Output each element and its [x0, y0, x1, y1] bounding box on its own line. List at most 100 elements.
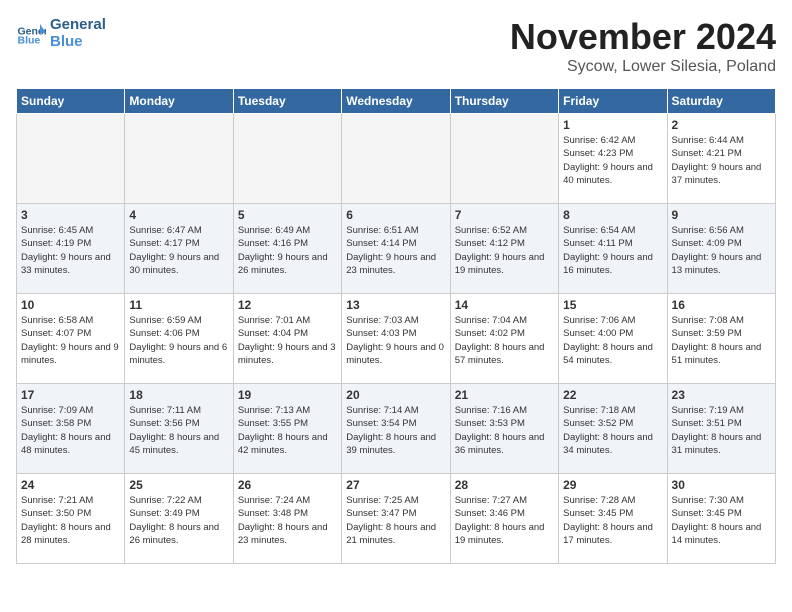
calendar-day-cell: 13 Sunrise: 7:03 AM Sunset: 4:03 PM Dayli… [342, 294, 450, 384]
weekday-header: Monday [125, 89, 233, 114]
day-number: 8 [563, 208, 662, 222]
calendar: SundayMondayTuesdayWednesdayThursdayFrid… [16, 88, 776, 564]
day-info: Sunrise: 7:22 AM Sunset: 3:49 PM Dayligh… [129, 494, 228, 547]
day-number: 7 [455, 208, 554, 222]
calendar-day-cell: 14 Sunrise: 7:04 AM Sunset: 4:02 PM Dayli… [450, 294, 558, 384]
calendar-day-cell: 12 Sunrise: 7:01 AM Sunset: 4:04 PM Dayli… [233, 294, 341, 384]
day-number: 2 [672, 118, 771, 132]
title-block: November 2024 Sycow, Lower Silesia, Pola… [510, 16, 776, 76]
calendar-day-cell: 27 Sunrise: 7:25 AM Sunset: 3:47 PM Dayli… [342, 474, 450, 564]
day-info: Sunrise: 6:56 AM Sunset: 4:09 PM Dayligh… [672, 224, 771, 277]
logo-general: General [50, 16, 106, 33]
day-number: 17 [21, 388, 120, 402]
day-number: 28 [455, 478, 554, 492]
day-number: 12 [238, 298, 337, 312]
calendar-week-row: 24 Sunrise: 7:21 AM Sunset: 3:50 PM Dayli… [17, 474, 776, 564]
calendar-day-cell: 17 Sunrise: 7:09 AM Sunset: 3:58 PM Dayli… [17, 384, 125, 474]
day-number: 20 [346, 388, 445, 402]
day-info: Sunrise: 7:21 AM Sunset: 3:50 PM Dayligh… [21, 494, 120, 547]
day-number: 13 [346, 298, 445, 312]
day-info: Sunrise: 6:59 AM Sunset: 4:06 PM Dayligh… [129, 314, 228, 367]
month-title: November 2024 [510, 16, 776, 58]
calendar-day-cell: 11Sunrise: 6:59 AM Sunset: 4:06 PM Dayli… [125, 294, 233, 384]
weekday-header: Friday [559, 89, 667, 114]
day-number: 14 [455, 298, 554, 312]
day-info: Sunrise: 7:18 AM Sunset: 3:52 PM Dayligh… [563, 404, 662, 457]
day-info: Sunrise: 7:04 AM Sunset: 4:02 PM Dayligh… [455, 314, 554, 367]
weekday-header: Thursday [450, 89, 558, 114]
weekday-header: Tuesday [233, 89, 341, 114]
calendar-day-cell: 1 Sunrise: 6:42 AM Sunset: 4:23 PM Daylig… [559, 114, 667, 204]
calendar-day-cell [233, 114, 341, 204]
day-number: 6 [346, 208, 445, 222]
calendar-day-cell: 20 Sunrise: 7:14 AM Sunset: 3:54 PM Dayli… [342, 384, 450, 474]
calendar-day-cell [125, 114, 233, 204]
calendar-day-cell: 18Sunrise: 7:11 AM Sunset: 3:56 PM Dayli… [125, 384, 233, 474]
day-number: 18 [129, 388, 228, 402]
day-info: Sunrise: 6:45 AM Sunset: 4:19 PM Dayligh… [21, 224, 120, 277]
calendar-day-cell: 10 Sunrise: 6:58 AM Sunset: 4:07 PM Dayli… [17, 294, 125, 384]
calendar-week-row: 17 Sunrise: 7:09 AM Sunset: 3:58 PM Dayli… [17, 384, 776, 474]
day-number: 4 [129, 208, 228, 222]
day-info: Sunrise: 7:06 AM Sunset: 4:00 PM Dayligh… [563, 314, 662, 367]
calendar-day-cell: 3 Sunrise: 6:45 AM Sunset: 4:19 PM Daylig… [17, 204, 125, 294]
day-number: 3 [21, 208, 120, 222]
day-info: Sunrise: 7:25 AM Sunset: 3:47 PM Dayligh… [346, 494, 445, 547]
calendar-day-cell: 6 Sunrise: 6:51 AM Sunset: 4:14 PM Daylig… [342, 204, 450, 294]
calendar-week-row: 1 Sunrise: 6:42 AM Sunset: 4:23 PM Daylig… [17, 114, 776, 204]
svg-text:Blue: Blue [18, 35, 41, 47]
day-info: Sunrise: 7:01 AM Sunset: 4:04 PM Dayligh… [238, 314, 337, 367]
weekday-header: Saturday [667, 89, 775, 114]
day-info: Sunrise: 7:08 AM Sunset: 3:59 PM Dayligh… [672, 314, 771, 367]
day-number: 21 [455, 388, 554, 402]
calendar-day-cell: 15 Sunrise: 7:06 AM Sunset: 4:00 PM Dayli… [559, 294, 667, 384]
day-info: Sunrise: 6:54 AM Sunset: 4:11 PM Dayligh… [563, 224, 662, 277]
calendar-day-cell: 25Sunrise: 7:22 AM Sunset: 3:49 PM Dayli… [125, 474, 233, 564]
calendar-day-cell: 24 Sunrise: 7:21 AM Sunset: 3:50 PM Dayli… [17, 474, 125, 564]
calendar-day-cell: 22 Sunrise: 7:18 AM Sunset: 3:52 PM Dayli… [559, 384, 667, 474]
calendar-day-cell: 5Sunrise: 6:49 AM Sunset: 4:16 PM Daylig… [233, 204, 341, 294]
day-number: 1 [563, 118, 662, 132]
calendar-day-cell: 4 Sunrise: 6:47 AM Sunset: 4:17 PM Daylig… [125, 204, 233, 294]
logo-icon: General Blue [16, 18, 46, 48]
day-number: 16 [672, 298, 771, 312]
day-number: 5 [238, 208, 337, 222]
day-info: Sunrise: 7:09 AM Sunset: 3:58 PM Dayligh… [21, 404, 120, 457]
calendar-day-cell: 19 Sunrise: 7:13 AM Sunset: 3:55 PM Dayli… [233, 384, 341, 474]
calendar-day-cell: 28Sunrise: 7:27 AM Sunset: 3:46 PM Dayli… [450, 474, 558, 564]
logo-blue: Blue [50, 33, 106, 50]
location-title: Sycow, Lower Silesia, Poland [510, 58, 776, 76]
day-info: Sunrise: 6:47 AM Sunset: 4:17 PM Dayligh… [129, 224, 228, 277]
day-info: Sunrise: 7:03 AM Sunset: 4:03 PM Dayligh… [346, 314, 445, 367]
day-info: Sunrise: 7:28 AM Sunset: 3:45 PM Dayligh… [563, 494, 662, 547]
day-number: 26 [238, 478, 337, 492]
day-info: Sunrise: 7:30 AM Sunset: 3:45 PM Dayligh… [672, 494, 771, 547]
calendar-day-cell [342, 114, 450, 204]
day-info: Sunrise: 7:14 AM Sunset: 3:54 PM Dayligh… [346, 404, 445, 457]
calendar-week-row: 3 Sunrise: 6:45 AM Sunset: 4:19 PM Daylig… [17, 204, 776, 294]
day-number: 15 [563, 298, 662, 312]
day-info: Sunrise: 6:58 AM Sunset: 4:07 PM Dayligh… [21, 314, 120, 367]
day-info: Sunrise: 7:24 AM Sunset: 3:48 PM Dayligh… [238, 494, 337, 547]
day-number: 19 [238, 388, 337, 402]
calendar-day-cell: 7Sunrise: 6:52 AM Sunset: 4:12 PM Daylig… [450, 204, 558, 294]
day-number: 10 [21, 298, 120, 312]
day-info: Sunrise: 6:51 AM Sunset: 4:14 PM Dayligh… [346, 224, 445, 277]
day-number: 29 [563, 478, 662, 492]
day-info: Sunrise: 6:42 AM Sunset: 4:23 PM Dayligh… [563, 134, 662, 187]
calendar-day-cell: 8 Sunrise: 6:54 AM Sunset: 4:11 PM Daylig… [559, 204, 667, 294]
calendar-day-cell: 21 Sunrise: 7:16 AM Sunset: 3:53 PM Dayli… [450, 384, 558, 474]
day-info: Sunrise: 7:16 AM Sunset: 3:53 PM Dayligh… [455, 404, 554, 457]
day-number: 23 [672, 388, 771, 402]
day-number: 27 [346, 478, 445, 492]
calendar-day-cell: 9Sunrise: 6:56 AM Sunset: 4:09 PM Daylig… [667, 204, 775, 294]
logo: General Blue General Blue [16, 16, 106, 50]
calendar-day-cell: 16 Sunrise: 7:08 AM Sunset: 3:59 PM Dayli… [667, 294, 775, 384]
day-number: 22 [563, 388, 662, 402]
day-number: 30 [672, 478, 771, 492]
calendar-day-cell: 26 Sunrise: 7:24 AM Sunset: 3:48 PM Dayli… [233, 474, 341, 564]
day-info: Sunrise: 7:13 AM Sunset: 3:55 PM Dayligh… [238, 404, 337, 457]
day-number: 24 [21, 478, 120, 492]
header: General Blue General Blue November 2024 … [16, 16, 776, 76]
calendar-day-cell: 29 Sunrise: 7:28 AM Sunset: 3:45 PM Dayli… [559, 474, 667, 564]
